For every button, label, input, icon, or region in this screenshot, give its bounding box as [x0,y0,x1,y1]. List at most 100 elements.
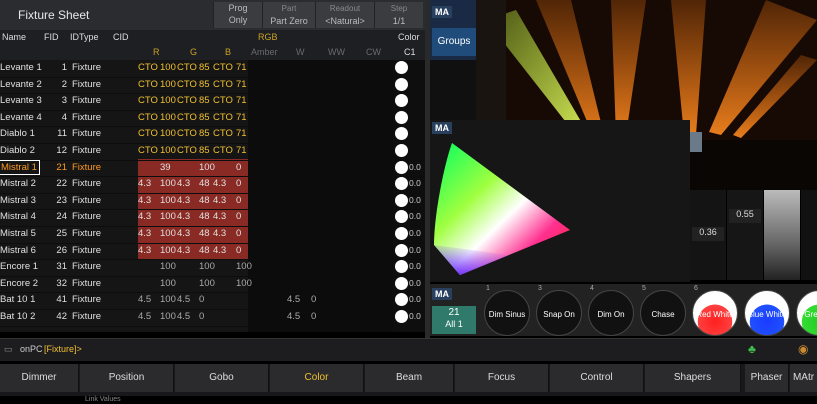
c1-value: 0.0 [409,228,421,238]
part-button[interactable]: Part Part Zero [262,2,315,28]
groups-button[interactable]: Groups [432,28,476,56]
color-swatch[interactable] [395,210,408,224]
table-row[interactable]: Mistral 2 22 Fixture 4.3 100 4.3 48 4.3 0 0.0 [0,176,425,194]
c1-value: 0.0 [409,178,421,189]
attr-value: 100 [160,244,176,256]
table-row[interactable]: Mistral 5 25 Fixture 4.3 100 4.3 48 4.3 0 0.0 [0,226,425,244]
color-swatch[interactable] [395,310,408,323]
table-row[interactable]: Mistral 1 21 Fixture 39 100 0 0.0 [0,159,425,178]
color-swatch[interactable] [395,276,408,290]
white-value: 4.5 [287,294,301,306]
readout-button[interactable]: Readout <Natural> [315,2,374,28]
attr-value: CTO [213,95,233,107]
c1-value: 0.0 [409,311,421,321]
color-swatch[interactable] [395,127,408,141]
window-title: Fixture Sheet [18,8,90,22]
attr-value: 48 [199,244,210,256]
table-row[interactable]: Levante 3 3 Fixture CTO 100 CTO 85 CTO 71 [0,93,425,111]
attr-value: 4.3 [138,178,152,190]
c1-value: 0.0 [409,244,421,255]
table-row[interactable]: Mistral 4 24 Fixture 4.3 100 4.3 48 4.3 0 0.0 [0,209,425,227]
sub-c1: C1 [404,47,416,57]
tab-matr[interactable]: MAtr [790,364,817,392]
preset-label: Red White [696,310,734,319]
fixture-type: Fixture [72,111,102,123]
color-swatch[interactable] [395,293,408,307]
fixture-type: Fixture [72,261,102,273]
col-name-header[interactable]: Name [2,32,26,42]
color-swatch[interactable] [395,177,408,191]
table-row[interactable]: Diablo 1 11 Fixture CTO 100 CTO 85 CTO 71 [0,126,425,144]
network-icon[interactable]: ♣ [748,342,756,356]
tab-shapers[interactable]: Shapers [645,364,741,392]
table-row[interactable]: Bat 10 2 42 Fixture 4.5 100 4.5 0 4.5 0 0.0 [0,309,425,327]
fader-4[interactable] [801,190,817,280]
color-swatch[interactable] [395,193,408,207]
feature-tabs: Dimmer Position Gobo Color Beam Focus Control S… [0,364,817,396]
color-swatch[interactable] [395,160,408,174]
table-row[interactable]: Levante 1 1 Fixture CTO 100 CTO 85 CTO 71 [0,60,425,78]
sub-g: G [190,47,198,57]
attr-value: 48 [199,228,210,239]
attr-value: 4.3 [213,211,227,223]
attr-value: 100 [160,211,176,223]
table-row[interactable]: Mistral 6 26 Fixture 4.3 100 4.3 48 4.3 0 0.0 [0,243,425,261]
attr-value: 0 [236,244,242,256]
tab-control[interactable]: Control [550,364,644,392]
table-row[interactable]: Diablo 2 12 Fixture CTO 100 CTO 85 CTO 71 [0,143,425,161]
attr-value: 4.5 [138,311,152,322]
tab-phaser[interactable]: Phaser [745,364,789,392]
table-row[interactable]: Levante 2 2 Fixture CTO 100 CTO 85 CTO 71 [0,77,425,95]
fixture-type: Fixture [72,244,102,256]
selection-indicator[interactable]: 21 All 1 [432,306,476,334]
attr-value: 100 [160,311,176,322]
tab-dimmer[interactable]: Dimmer [0,364,79,392]
attr-value: 39 [160,161,171,173]
preset-label: Snap On [543,310,575,319]
col-fid-header[interactable]: FID [44,32,59,42]
preset-label: Blue White [747,310,787,319]
tab-position[interactable]: Position [80,364,174,392]
ma-badge: MA [432,6,452,18]
attr-value: 100 [160,145,176,156]
table-row[interactable]: Encore 1 31 Fixture 100 100 100 0.0 [0,259,425,277]
table-row[interactable]: Levante 4 4 Fixture CTO 100 CTO 85 CTO 71 [0,110,425,128]
tab-gobo[interactable]: Gobo [175,364,269,392]
command-line[interactable]: ▭ onPC [Fixture]> ♣ ◉ [0,338,817,361]
tab-focus[interactable]: Focus [455,364,549,392]
attr-value: 48 [199,178,210,190]
fixture-id: 42 [56,311,67,322]
attr-value: 100 [160,277,176,289]
cmd-text: [Fixture]> [44,344,82,354]
attr-value: CTO [177,62,197,73]
attr-value: 100 [160,228,176,239]
fixture-type: Fixture [72,128,102,140]
step-button[interactable]: Step 1/1 [374,2,423,28]
color-swatch[interactable] [395,227,408,240]
color-swatch[interactable] [395,260,408,274]
col-idtype-header[interactable]: IDType [70,32,99,42]
table-row[interactable]: Mistral 3 23 Fixture 4.3 100 4.3 48 4.3 0 0.0 [0,193,425,211]
prog-only-button[interactable]: Prog Only [213,2,262,28]
rgb-group-header: RGB [258,32,278,42]
color-swatch[interactable] [395,243,408,257]
color-swatch[interactable] [395,77,408,91]
cie-color-space[interactable] [430,135,575,280]
tab-beam[interactable]: Beam [365,364,454,392]
fader-2[interactable] [727,190,763,280]
table-row[interactable]: Bat 10 1 41 Fixture 4.5 100 4.5 0 4.5 0 0.0 [0,292,425,310]
link-values-label[interactable]: Link Values [85,396,121,403]
fader-3[interactable] [764,190,800,280]
color-swatch[interactable] [395,61,408,74]
fixture-type: Fixture [72,311,102,322]
eye-icon[interactable]: ◉ [798,342,808,356]
attr-value: CTO [213,78,233,90]
tab-color[interactable]: Color [270,364,364,392]
color-swatch[interactable] [395,94,408,108]
attr-value: 100 [236,261,252,273]
color-swatch[interactable] [395,144,408,157]
col-cid-header[interactable]: CID [113,32,129,42]
fixture-type: Fixture [72,178,102,190]
color-swatch[interactable] [395,110,408,124]
table-row[interactable]: Encore 2 32 Fixture 100 100 100 0.0 [0,276,425,294]
